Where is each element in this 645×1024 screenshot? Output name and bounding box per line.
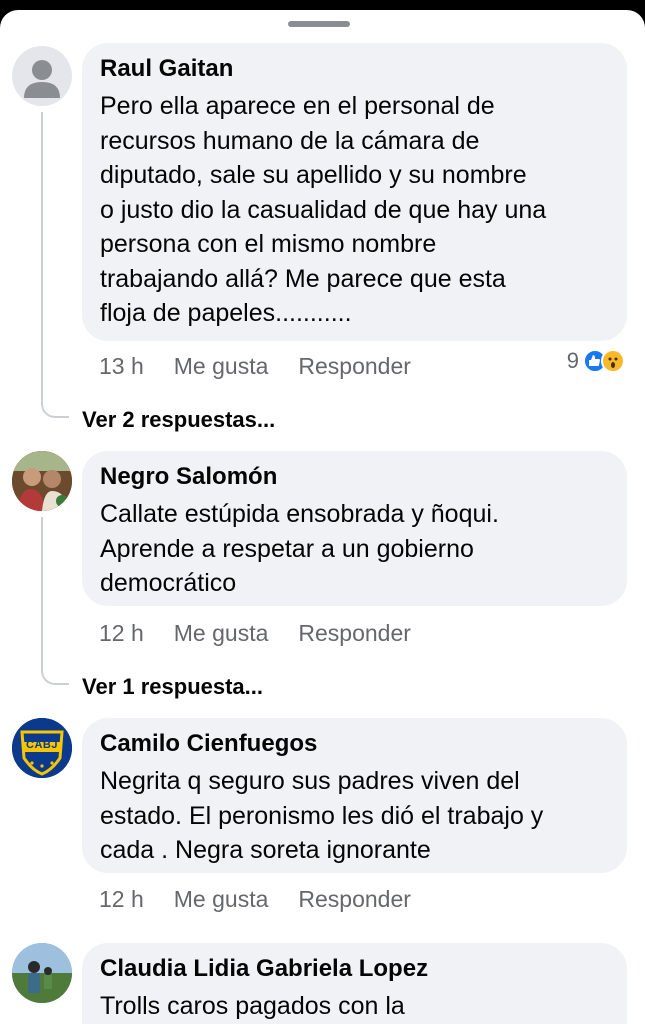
reply-button[interactable]: Responder (298, 353, 411, 380)
comment-actions: 12 h Me gusta Responder (99, 618, 441, 648)
comment-text: Negrita q seguro sus padres viven del es… (100, 764, 609, 868)
reaction-summary[interactable]: 9 (567, 346, 625, 376)
comment-line: floja de papeles........... (100, 299, 352, 327)
comment-line: Negrita q seguro sus padres viven del (100, 767, 520, 795)
comment-actions: 12 h Me gusta Responder (99, 884, 441, 914)
reaction-count: 9 (566, 348, 579, 373)
comment-line: cada . Negra soreta ignorante (100, 836, 431, 864)
comments-sheet: Raul Gaitan Pero ella aparece en el pers… (0, 10, 645, 1024)
profile-photo-avatar[interactable] (12, 451, 72, 511)
comment-line: Aprende a respetar a un gobierno (100, 534, 474, 563)
default-avatar-icon[interactable] (12, 46, 72, 106)
comment-line: o justo dio la casualidad de que hay una (100, 195, 547, 224)
view-replies-link[interactable]: Ver 1 respuesta... (82, 674, 263, 700)
comment-line: diputado, sale su apellido y su nombre (100, 161, 527, 189)
drag-handle[interactable] (288, 21, 350, 27)
comment-bubble[interactable]: Negro Salomón Callate estúpida ensobrada… (82, 451, 627, 606)
comment-author[interactable]: Raul Gaitan (100, 55, 609, 83)
comment-actions: 13 h Me gusta Responder (99, 351, 441, 381)
comment-text: Pero ella aparece en el personal de recu… (100, 89, 609, 331)
comment-timestamp[interactable]: 13 h (99, 353, 144, 380)
thread-connector (41, 663, 69, 685)
comment-line: estado. El peronismo les dió el trabajo … (100, 801, 544, 830)
like-button[interactable]: Me gusta (174, 886, 269, 913)
comment-author[interactable]: Negro Salomón (100, 463, 609, 491)
comment-timestamp[interactable]: 12 h (99, 620, 144, 647)
like-button[interactable]: Me gusta (174, 620, 269, 647)
comment-author[interactable]: Claudia Lidia Gabriela Lopez (100, 955, 609, 983)
profile-photo-avatar[interactable] (12, 943, 72, 1003)
comment-line: trabajando allá? Me parece que esta (100, 264, 506, 293)
comment-author[interactable]: Camilo Cienfuegos (100, 730, 609, 758)
comment-bubble[interactable]: Raul Gaitan Pero ella aparece en el pers… (82, 43, 627, 341)
avatar-crest-text: CABJ (26, 739, 58, 751)
comment-timestamp[interactable]: 12 h (99, 886, 144, 913)
thread-line (41, 517, 43, 665)
comment-text: Trolls caros pagados con la (100, 989, 609, 1024)
thread-line (41, 112, 43, 398)
comment-line: democrático (100, 569, 237, 597)
comment-line: Callate estúpida ensobrada y ñoqui. (100, 500, 499, 528)
reply-button[interactable]: Responder (298, 886, 411, 913)
comment-line: persona con el mismo nombre (100, 230, 437, 258)
like-button[interactable]: Me gusta (174, 353, 269, 380)
comment-bubble[interactable]: Claudia Lidia Gabriela Lopez Trolls caro… (82, 943, 627, 1024)
thread-connector (41, 396, 69, 418)
wow-icon (601, 349, 625, 373)
reply-button[interactable]: Responder (298, 620, 411, 647)
boca-juniors-crest-avatar[interactable]: CABJ (12, 718, 72, 778)
view-replies-link[interactable]: Ver 2 respuestas... (82, 407, 275, 433)
comment-bubble[interactable]: Camilo Cienfuegos Negrita q seguro sus p… (82, 718, 627, 873)
comment-line: Trolls caros pagados con la (100, 992, 405, 1020)
comment-line: recursos humano de la cámara de (100, 126, 480, 155)
comment-text: Callate estúpida ensobrada y ñoqui. Apre… (100, 497, 609, 601)
comment-line: Pero ella aparece en el personal de (100, 92, 495, 120)
